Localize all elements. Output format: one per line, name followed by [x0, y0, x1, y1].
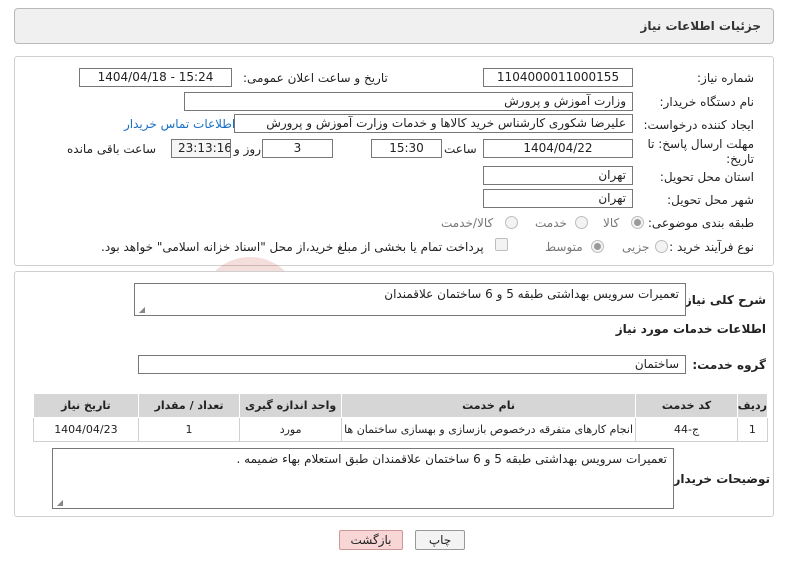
resize-grip-icon[interactable]: ◢	[137, 306, 145, 314]
process-partial-radio[interactable]	[655, 240, 668, 253]
buyer-notes-textarea[interactable]: تعمیرات سرویس بهداشتی طبقه 5 و 6 ساختمان…	[52, 448, 674, 509]
cell-row: 1	[736, 417, 769, 442]
city-field: تهران	[483, 189, 633, 208]
deadline-date-field: 1404/04/22	[483, 139, 633, 158]
process-type-label: نوع فرآیند خرید :	[669, 240, 754, 254]
category-goods-label: کالا	[603, 216, 620, 230]
services-table: ردیف کد خدمت نام خدمت واحد اندازه گیری ت…	[33, 393, 769, 442]
col-name-header: نام خدمت	[340, 393, 637, 418]
col-qty-header: تعداد / مقدار	[137, 393, 241, 418]
process-medium-label: متوسط	[545, 240, 583, 254]
category-service-label: خدمت	[535, 216, 567, 230]
process-medium-radio[interactable]	[591, 240, 604, 253]
deadline-date-label: تاریخ:	[726, 152, 754, 166]
col-date-header: تاریخ نیاز	[33, 393, 139, 418]
service-group-field: ساختمان	[138, 355, 686, 374]
summary-text: تعمیرات سرویس بهداشتی طبقه 5 و 6 ساختمان…	[384, 287, 679, 301]
cell-date: 1404/04/23	[33, 417, 139, 442]
deadline-time-label: ساعت	[444, 142, 477, 156]
services-table-wrap: ردیف کد خدمت نام خدمت واحد اندازه گیری ت…	[33, 393, 769, 442]
summary-textarea[interactable]: تعمیرات سرویس بهداشتی طبقه 5 و 6 ساختمان…	[134, 283, 686, 316]
city-label: شهر محل تحویل:	[667, 193, 754, 207]
cell-qty: 1	[137, 417, 241, 442]
service-group-label: گروه خدمت:	[692, 358, 766, 372]
announce-date-field: 1404/04/18 - 15:24	[79, 68, 232, 87]
category-goods-service-radio[interactable]	[505, 216, 518, 229]
province-field: تهران	[483, 166, 633, 185]
deadline-label: مهلت ارسال پاسخ: تا	[647, 137, 754, 151]
buyer-notes-text: تعمیرات سرویس بهداشتی طبقه 5 و 6 ساختمان…	[236, 452, 667, 466]
need-number-field: 1104000011000155	[483, 68, 633, 87]
need-number-label: شماره نیاز:	[697, 71, 754, 85]
announce-date-label: تاریخ و ساعت اعلان عمومی:	[243, 71, 388, 85]
category-goods-service-label: کالا/خدمت	[441, 216, 494, 230]
back-button[interactable]: بازگشت	[339, 530, 403, 550]
remaining-days-field: 3	[262, 139, 333, 158]
page-title: جزئیات اطلاعات نیاز	[640, 19, 761, 33]
category-goods-radio[interactable]	[631, 216, 644, 229]
buyer-notes-label: توضیحات خریدار:	[668, 472, 770, 486]
creator-field: علیرضا شکوری کارشناس خرید کالاها و خدمات…	[234, 114, 633, 133]
page-header: جزئیات اطلاعات نیاز	[14, 8, 774, 44]
process-partial-label: جزیی	[622, 240, 650, 254]
cell-code: ج-44	[635, 417, 738, 442]
days-label: روز و	[234, 142, 261, 156]
table-header-row: ردیف کد خدمت نام خدمت واحد اندازه گیری ت…	[33, 393, 769, 418]
buyer-org-label: نام دستگاه خریدار:	[659, 95, 755, 109]
province-label: استان محل تحویل:	[659, 170, 754, 184]
category-service-radio[interactable]	[575, 216, 588, 229]
treasury-checkbox[interactable]	[495, 238, 508, 251]
cell-name: انجام کارهای متفرقه درخصوص بازسازی و بهس…	[340, 417, 637, 442]
services-section-title: اطلاعات خدمات مورد نیاز	[615, 322, 766, 336]
deadline-time-field: 15:30	[371, 139, 442, 158]
resize-grip-icon[interactable]: ◢	[55, 499, 63, 507]
buyer-org-field: وزارت آموزش و پرورش	[184, 92, 633, 111]
remaining-time-field: 23:13:16	[171, 139, 231, 158]
creator-label: ایجاد کننده درخواست:	[643, 118, 754, 132]
table-row: 1 ج-44 انجام کارهای متفرقه درخصوص بازساز…	[33, 417, 769, 442]
need-info-panel	[14, 56, 774, 266]
cell-unit: مورد	[239, 417, 342, 442]
col-row-header: ردیف	[736, 393, 769, 418]
buyer-contact-link[interactable]: اطلاعات تماس خریدار	[124, 117, 235, 131]
summary-label: شرح کلی نیاز:	[680, 293, 766, 307]
treasury-note: پرداخت تمام یا بخشی از مبلغ خرید،از محل …	[101, 240, 484, 254]
remaining-time-label: ساعت باقی مانده	[67, 142, 157, 156]
category-label: طبقه بندی موضوعی:	[647, 216, 754, 230]
col-code-header: کد خدمت	[635, 393, 738, 418]
col-unit-header: واحد اندازه گیری	[239, 393, 342, 418]
print-button[interactable]: چاپ	[415, 530, 465, 550]
